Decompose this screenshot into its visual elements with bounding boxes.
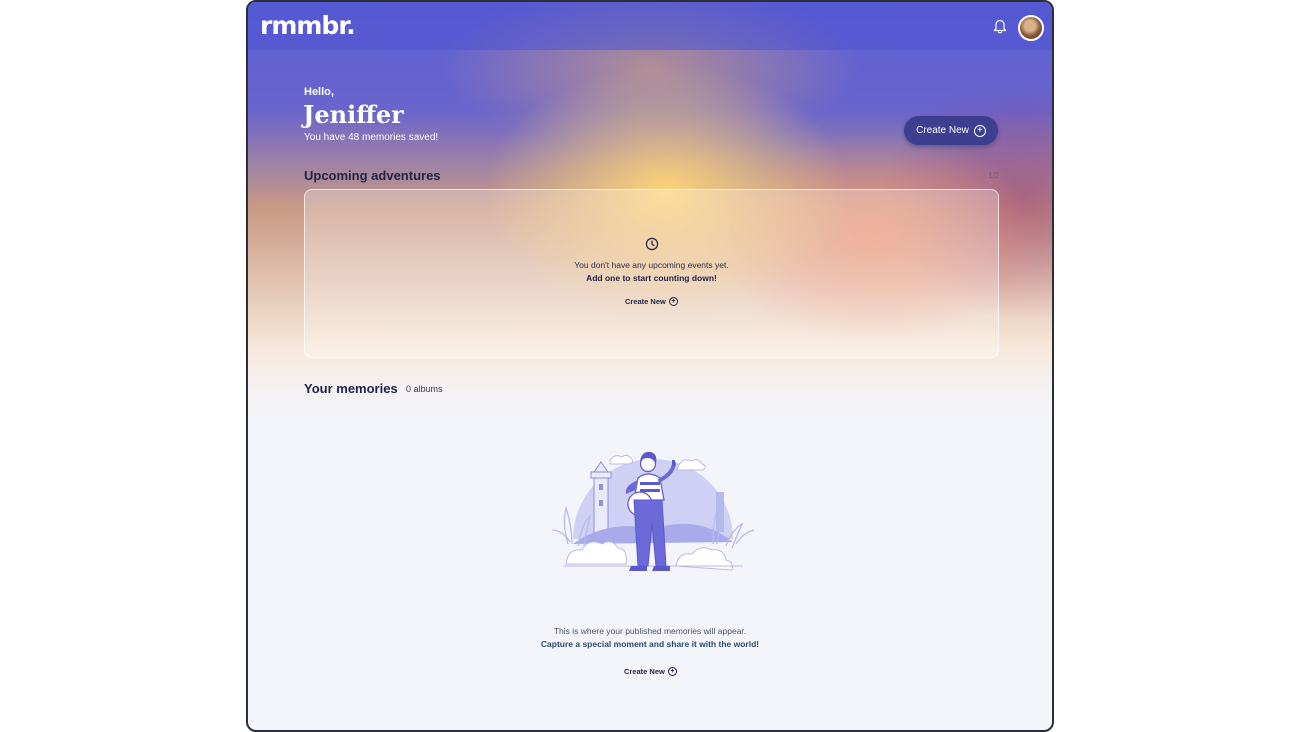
memories-create-new-label: Create New xyxy=(624,667,665,676)
memory-summary: You have 48 memories saved! xyxy=(304,132,439,143)
user-avatar[interactable] xyxy=(1018,15,1044,41)
memories-create-new-button[interactable]: Create New + xyxy=(624,667,677,676)
plus-circle-icon: + xyxy=(668,297,678,306)
memories-title: Your memories xyxy=(304,381,398,396)
bell-icon[interactable] xyxy=(993,19,1007,35)
clock-icon xyxy=(645,237,659,251)
top-bar: rmmbr. xyxy=(248,2,1052,50)
plus-circle-icon: + xyxy=(973,124,986,137)
upcoming-pager: 1/2 xyxy=(988,171,1000,180)
events-create-new-label: Create New xyxy=(625,297,666,306)
app-window: rmmbr. Hello, Jeniffer You have 48 memor… xyxy=(246,0,1054,732)
greeting-label: Hello, xyxy=(304,86,334,98)
traveler-illustration xyxy=(551,451,755,571)
create-new-label: Create New xyxy=(916,125,969,136)
create-new-button[interactable]: Create New + xyxy=(904,116,998,145)
memories-empty-cta: Capture a special moment and share it wi… xyxy=(540,639,760,649)
events-empty-cta: Add one to start counting down! xyxy=(586,273,717,283)
app-logo[interactable]: rmmbr. xyxy=(260,11,356,40)
events-empty-message: You don't have any upcoming events yet. xyxy=(574,260,729,270)
plus-circle-icon: + xyxy=(667,667,677,676)
upcoming-title: Upcoming adventures xyxy=(304,168,441,183)
upcoming-events-card: You don't have any upcoming events yet. … xyxy=(304,189,999,358)
events-create-new-button[interactable]: Create New + xyxy=(625,297,678,306)
memories-empty-message: This is where your published memories wi… xyxy=(553,626,747,636)
albums-count: 0 albums xyxy=(406,384,443,394)
user-name: Jeniffer xyxy=(303,100,404,129)
